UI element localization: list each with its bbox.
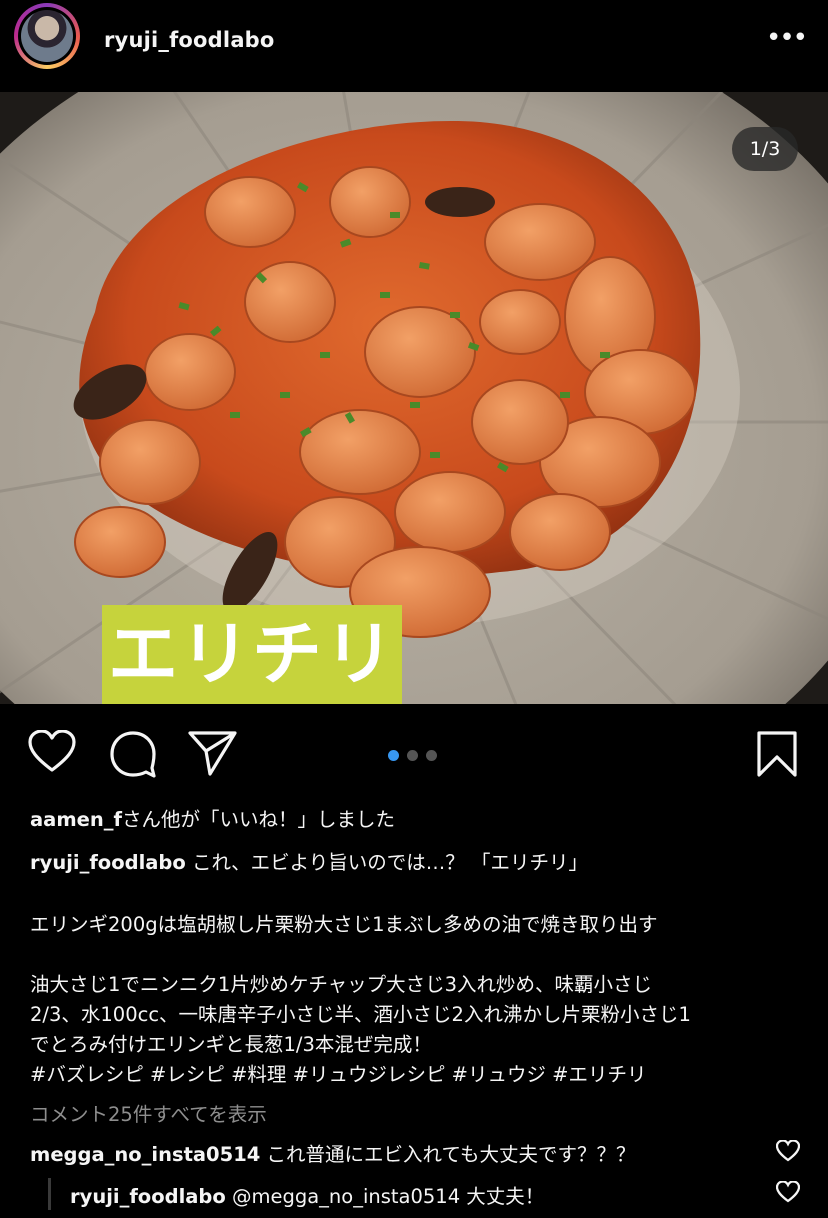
carousel-dots xyxy=(388,746,445,765)
caption-line-5: でとろみ付けエリンギと長葱1/3本混ぜ完成！ xyxy=(30,1033,432,1056)
caption-line-4: 2/3、水100cc、一味唐辛子小さじ半、酒小さじ2入れ沸かし片栗粉小さじ1 xyxy=(30,1003,691,1026)
reply-user[interactable]: ryuji_foodlabo xyxy=(70,1185,226,1208)
view-all-comments-link[interactable]: コメント25件すべてを表示 xyxy=(30,1098,267,1127)
reply-text: @megga_no_insta0514 大丈夫！ xyxy=(231,1185,545,1208)
heart-icon[interactable] xyxy=(28,729,76,778)
likes-user[interactable]: aamen_f xyxy=(30,808,122,831)
reply-like-heart-icon[interactable] xyxy=(775,1180,801,1207)
caption-line-2: エリンギ200gは塩胡椒し片栗粉大さじ1まぶし多めの油で焼き取り出す xyxy=(30,913,658,936)
share-icon[interactable] xyxy=(188,730,238,780)
carousel-dot-active xyxy=(388,750,399,761)
likes-line: aamen_fさん他が「いいね！」しました xyxy=(30,803,395,832)
caption-user[interactable]: ryuji_foodlabo xyxy=(30,851,186,874)
comment-text: これ普通にエビ入れても大丈夫です？？？ xyxy=(266,1143,636,1166)
caption-hashtags[interactable]: #バズレシピ #レシピ #料理 #リュウジレシピ #リュウジ #エリチリ xyxy=(30,1058,647,1087)
reply-indent-bar xyxy=(48,1178,51,1210)
image-title-label: エリチリ xyxy=(102,605,402,704)
likes-text: さん他が「いいね！」しました xyxy=(121,808,395,831)
post-header: ryuji_foodlabo ••• xyxy=(0,0,828,86)
more-icon[interactable]: ••• xyxy=(766,25,808,51)
comment-icon[interactable] xyxy=(109,730,157,782)
comment-user[interactable]: megga_no_insta0514 xyxy=(30,1143,260,1166)
comment-like-heart-icon[interactable] xyxy=(775,1139,801,1166)
bookmark-icon[interactable] xyxy=(756,730,798,782)
avatar[interactable] xyxy=(14,3,80,69)
caption-text: これ、エビより旨いのでは…？ 「エリチリ」 xyxy=(191,851,588,874)
post-username[interactable]: ryuji_foodlabo xyxy=(104,28,275,52)
carousel-dot xyxy=(426,750,437,761)
carousel-dot xyxy=(407,750,418,761)
caption-line-3: 油大さじ1でニンニク1片炒めケチャップ大さじ3入れ炒め、味覇小さじ xyxy=(30,973,653,996)
carousel-counter: 1/3 xyxy=(732,127,798,171)
comment-row: megga_no_insta0514 これ普通にエビ入れても大丈夫です？？？ xyxy=(30,1138,635,1167)
caption-line: ryuji_foodlabo これ、エビより旨いのでは…？ 「エリチリ」 xyxy=(30,846,588,875)
reply-row: ryuji_foodlabo @megga_no_insta0514 大丈夫！ xyxy=(70,1180,544,1209)
